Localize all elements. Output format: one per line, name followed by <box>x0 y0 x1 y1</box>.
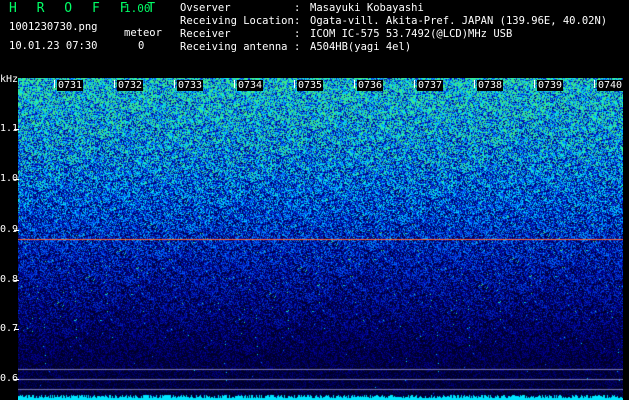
capture-datetime: 10.01.23 07:30 <box>9 40 98 52</box>
station-row-antenna: Receiving antenna : A504HB(yagi 4el) <box>180 41 607 54</box>
time-tick <box>114 80 115 88</box>
station-row-observer: Ovserver : Masayuki Kobayashi <box>180 2 607 15</box>
header-panel: H R O F F T 1.00 1001230730.png meteor 1… <box>0 0 629 78</box>
station-value: Ogata-vill. Akita-Pref. JAPAN (139.96E, … <box>310 15 608 27</box>
meteor-label: meteor <box>124 27 162 39</box>
station-info: Ovserver : Masayuki Kobayashi Receiving … <box>180 2 607 54</box>
time-label-0735: 0735 <box>297 80 324 91</box>
time-label-0734: 0734 <box>237 80 264 91</box>
frequency-unit-label: kHz <box>0 74 19 85</box>
station-row-receiver: Receiver : ICOM IC-575 53.7492(@LCD)MHz … <box>180 28 607 41</box>
time-label-0731: 0731 <box>57 80 84 91</box>
time-tick <box>474 80 475 88</box>
app-version: 1.00 <box>124 2 151 15</box>
time-tick <box>174 80 175 88</box>
freq-tick <box>14 230 19 231</box>
freq-tick <box>14 379 19 380</box>
freq-tick <box>14 329 19 330</box>
station-key: Ovserver <box>180 2 231 14</box>
station-row-location: Receiving Location : Ogata-vill. Akita-P… <box>180 15 607 28</box>
time-label-0737: 0737 <box>417 80 444 91</box>
station-separator: : <box>294 15 301 27</box>
time-tick <box>594 80 595 88</box>
spectrogram <box>18 78 623 400</box>
image-filename: 1001230730.png <box>9 21 98 33</box>
time-label-0740: 0740 <box>597 80 624 91</box>
time-tick <box>294 80 295 88</box>
freq-tick <box>14 280 19 281</box>
time-tick <box>354 80 355 88</box>
time-label-0736: 0736 <box>357 80 384 91</box>
station-value: ICOM IC-575 53.7492(@LCD)MHz USB <box>310 28 513 40</box>
time-label-0732: 0732 <box>117 80 144 91</box>
freq-tick <box>14 129 19 130</box>
station-value: A504HB(yagi 4el) <box>310 41 412 53</box>
time-tick <box>534 80 535 88</box>
time-label-0739: 0739 <box>537 80 564 91</box>
station-separator: : <box>294 41 301 53</box>
time-tick <box>234 80 235 88</box>
station-separator: : <box>294 28 301 40</box>
meteor-count: 0 <box>138 40 145 52</box>
time-label-0738: 0738 <box>477 80 504 91</box>
time-tick <box>54 80 55 88</box>
freq-tick <box>14 179 19 180</box>
station-value: Masayuki Kobayashi <box>310 2 424 14</box>
station-key: Receiving Location <box>180 15 294 27</box>
time-tick <box>414 80 415 88</box>
time-label-0733: 0733 <box>177 80 204 91</box>
station-key: Receiver <box>180 28 231 40</box>
station-separator: : <box>294 2 301 14</box>
station-key: Receiving antenna <box>180 41 288 53</box>
